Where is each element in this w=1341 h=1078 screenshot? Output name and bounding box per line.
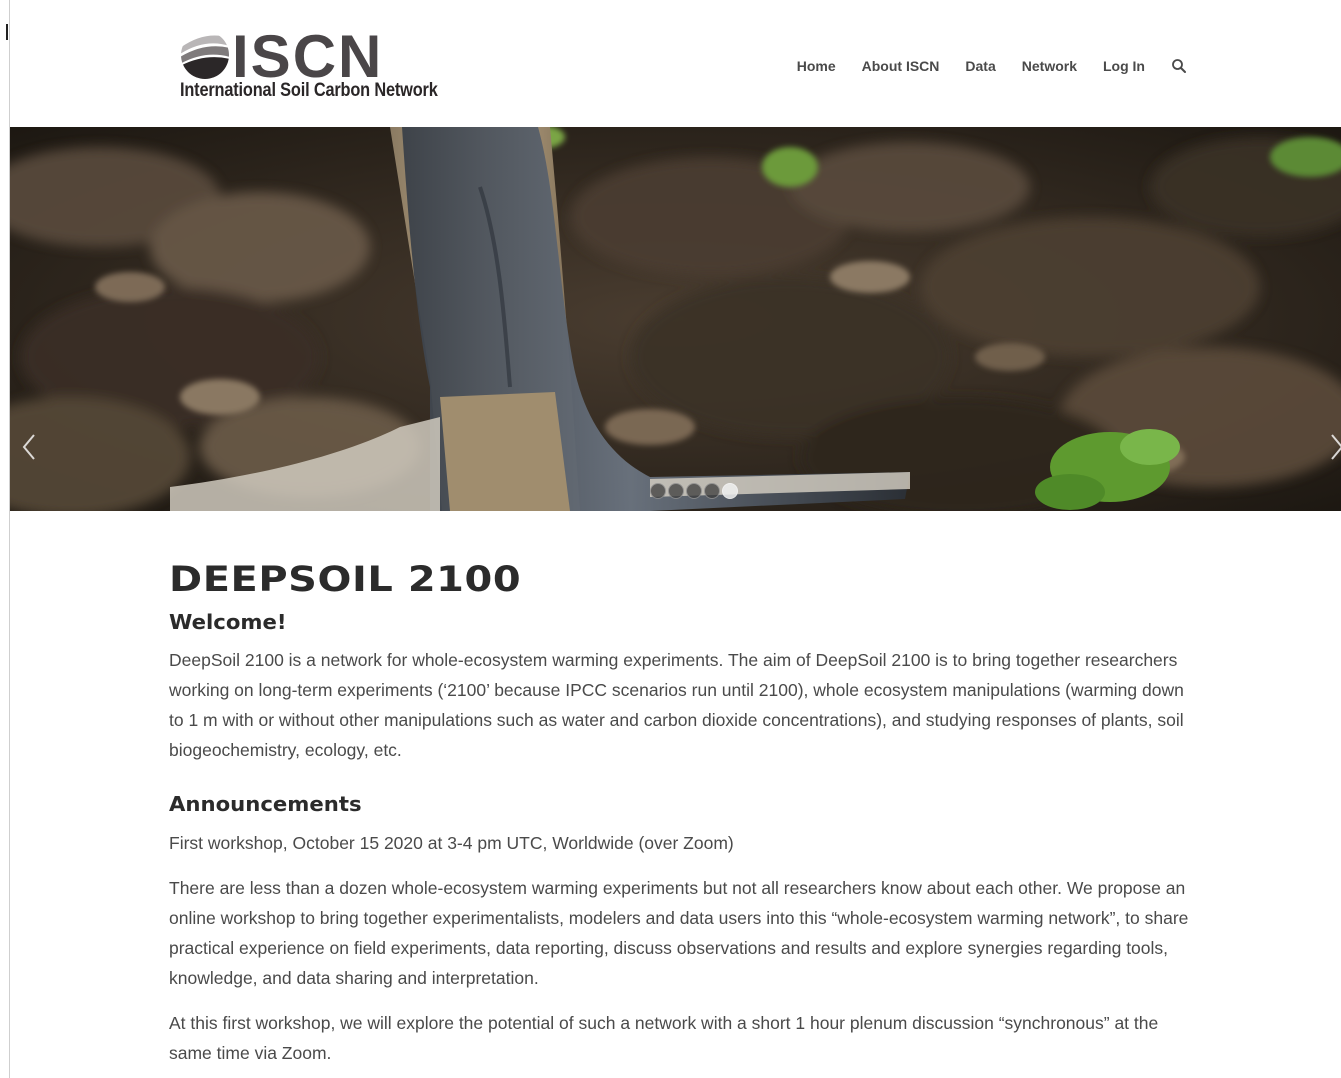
main-nav: Home About ISCN Data Network Log In <box>771 58 1187 74</box>
slider-prev-button[interactable] <box>20 427 40 467</box>
nav-home[interactable]: Home <box>797 58 836 74</box>
hero-slider <box>10 127 1341 511</box>
main-content: DEEPSOIL 2100 Welcome! DeepSoil 2100 is … <box>169 556 1199 1068</box>
logo-subtitle: International Soil Carbon Network <box>180 80 438 101</box>
shovel-in-soil-image <box>10 127 1341 511</box>
announcement-paragraph: First workshop, October 15 2020 at 3-4 p… <box>169 833 734 853</box>
welcome-paragraph: DeepSoil 2100 is a network for whole-eco… <box>169 650 1184 760</box>
nav-data[interactable]: Data <box>965 58 995 74</box>
announcement-paragraph: There are less than a dozen whole-ecosys… <box>169 878 1189 988</box>
search-icon[interactable] <box>1171 58 1187 74</box>
nav-network[interactable]: Network <box>1022 58 1077 74</box>
announcements-heading: Announcements <box>169 792 362 816</box>
slider-pagination <box>650 483 738 499</box>
site-header: ISCN International Soil Carbon Network H… <box>10 0 1341 127</box>
nav-log-in[interactable]: Log In <box>1103 58 1145 74</box>
announcement-paragraph: At this first workshop, we will explore … <box>169 1013 1159 1063</box>
window-edge-marker <box>6 24 8 40</box>
chevron-right-icon <box>1331 434 1341 460</box>
site-logo[interactable]: ISCN International Soil Carbon Network <box>180 23 440 108</box>
welcome-heading: Welcome! <box>169 610 287 634</box>
slider-dot-active[interactable] <box>722 483 738 499</box>
nav-about-iscn[interactable]: About ISCN <box>862 58 940 74</box>
soil-layers-logo-icon <box>181 31 229 79</box>
chevron-left-icon <box>22 434 35 460</box>
slider-dot[interactable] <box>704 483 720 499</box>
page-title: DEEPSOIL 2100 <box>169 560 522 600</box>
slider-next-button[interactable] <box>1326 427 1341 467</box>
slider-dot[interactable] <box>686 483 702 499</box>
slider-dot[interactable] <box>668 483 684 499</box>
slider-dot[interactable] <box>650 483 666 499</box>
